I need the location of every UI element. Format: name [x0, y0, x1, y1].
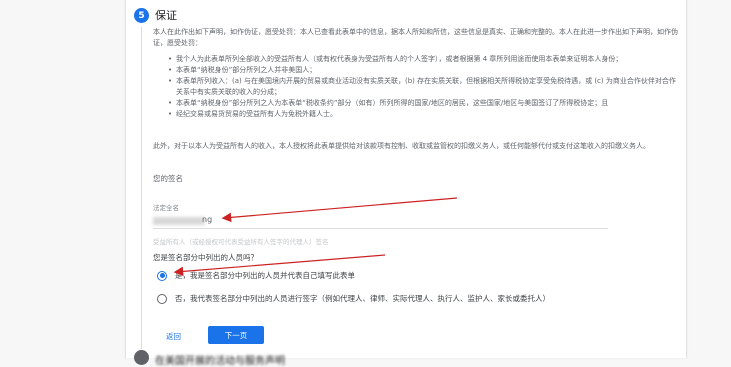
signature-section-label: 您的签名: [153, 174, 183, 183]
legal-name-label: 法定全名: [153, 204, 179, 212]
declaration-list: 我个人为此表单所列全部收入的受益所有人（或有权代表身为受益所有人的个人签字），或…: [168, 54, 680, 120]
back-button[interactable]: 返回: [166, 331, 181, 342]
radio-option-yes[interactable]: 是，我是签名部分中列出的人员并代表自己填写此表单: [157, 270, 355, 281]
authorization-paragraph: 此外，对于以本人为受益所有人的收入，本人授权将此表单提供给对该款项有控制、收取或…: [153, 142, 650, 150]
signer-question: 您是签名部分中列出的人员吗？: [153, 253, 258, 262]
legal-name-field[interactable]: [153, 214, 608, 229]
intro-paragraph: 本人在此作出如下声明，如作伪证，愿受处罚：本人已查看此表单中的信息，据本人所知和…: [153, 28, 678, 47]
radio-unselected-icon[interactable]: [157, 293, 167, 304]
step-title: 保证: [155, 9, 177, 22]
declaration-item: 本表单“纳税身份”部分所列之人为本表单“税收条约”部分（如有）所列所得的国家/地…: [168, 98, 680, 109]
next-step-title: 在美国开展的活动与服务声明: [155, 356, 285, 367]
step-number-badge: 5: [134, 8, 149, 23]
radio-option-label: 否，我代表签名部分中列出的人员进行签字（例如代理人、律师、实际代理人、执行人、监…: [175, 294, 550, 303]
step-connector-line: [141, 27, 142, 349]
radio-option-label: 是，我是签名部分中列出的人员并代表自己填写此表单: [175, 271, 355, 280]
redacted-name-portion: [153, 217, 205, 225]
next-button[interactable]: 下一页: [208, 326, 264, 344]
declaration-item: 我个人为此表单所列全部收入的受益所有人（或有权代表身为受益所有人的个人签字），或…: [168, 54, 680, 65]
declaration-item: 本表单所列收入：(a) 与在美国境内开展的贸易或商业活动没有实质关联，(b) 存…: [168, 76, 680, 98]
radio-selected-icon[interactable]: [157, 270, 167, 281]
declaration-item: 经纪交易或易货贸易的受益所有人为免税外籍人士。: [168, 109, 680, 120]
radio-option-no[interactable]: 否，我代表签名部分中列出的人员进行签字（例如代理人、律师、实际代理人、执行人、监…: [157, 293, 550, 304]
declaration-item: 本表单“纳税身份”部分所列之人并非美国人；: [168, 65, 680, 76]
legal-name-value: ng: [202, 215, 213, 224]
signature-helper-text: 受益所有人（或经授权可代表受益所有人签字的代理人）签名: [153, 238, 329, 246]
